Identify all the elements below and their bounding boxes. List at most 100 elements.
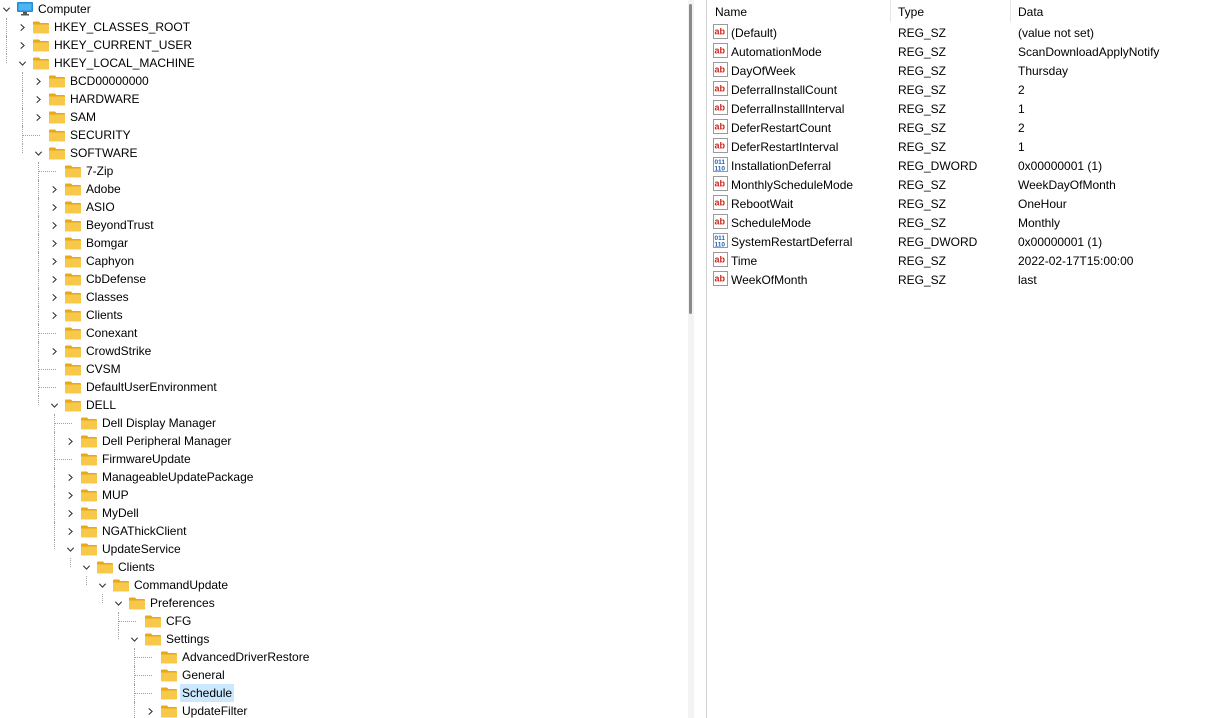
chevron-down-icon[interactable] bbox=[48, 399, 60, 411]
chevron-right-icon[interactable] bbox=[48, 201, 60, 213]
tree-node[interactable]: CrowdStrike bbox=[0, 342, 680, 360]
chevron-right-icon[interactable] bbox=[64, 489, 76, 501]
tree-node-label[interactable]: Clients bbox=[116, 558, 157, 576]
tree-node[interactable]: Preferences bbox=[0, 594, 680, 612]
value-row[interactable]: ab MonthlyScheduleMode REG_SZ WeekDayOfMont… bbox=[707, 176, 1223, 195]
tree-node[interactable]: Bomgar bbox=[0, 234, 680, 252]
column-header-name[interactable]: Name bbox=[715, 0, 747, 22]
registry-values-list[interactable]: Name Type Data ab (Default) REG_SZ (value n… bbox=[707, 0, 1223, 718]
tree-node[interactable]: BCD00000000 bbox=[0, 72, 680, 90]
value-row[interactable]: 011 110 SystemRestartDeferral REG_DWORD 0x00… bbox=[707, 233, 1223, 252]
chevron-right-icon[interactable] bbox=[32, 75, 44, 87]
chevron-down-icon[interactable] bbox=[96, 579, 108, 591]
tree-node-label[interactable]: Settings bbox=[164, 630, 211, 648]
tree-node-label[interactable]: CVSM bbox=[84, 360, 123, 378]
value-row[interactable]: ab DeferRestartInterval REG_SZ 1 bbox=[707, 138, 1223, 157]
column-divider[interactable] bbox=[1010, 0, 1011, 22]
chevron-right-icon[interactable] bbox=[64, 435, 76, 447]
tree-node-label[interactable]: Computer bbox=[36, 0, 93, 18]
chevron-right-icon[interactable] bbox=[32, 111, 44, 123]
tree-node[interactable]: AdvancedDriverRestore bbox=[0, 648, 680, 666]
tree-node-label[interactable]: CommandUpdate bbox=[132, 576, 230, 594]
value-row[interactable]: ab RebootWait REG_SZ OneHour bbox=[707, 195, 1223, 214]
tree-node[interactable]: HARDWARE bbox=[0, 90, 680, 108]
tree-node[interactable]: DELL bbox=[0, 396, 680, 414]
tree-node-label-selected[interactable]: Schedule bbox=[180, 684, 235, 702]
tree-node-label[interactable]: MUP bbox=[100, 486, 131, 504]
column-divider[interactable] bbox=[890, 0, 891, 22]
tree-node[interactable]: HKEY_LOCAL_MACHINE bbox=[0, 54, 680, 72]
value-row[interactable]: ab DeferralInstallCount REG_SZ 2 bbox=[707, 81, 1223, 100]
tree-node-label[interactable]: HKEY_CURRENT_USER bbox=[52, 36, 194, 54]
tree-node[interactable]: Adobe bbox=[0, 180, 680, 198]
tree-node[interactable]: FirmwareUpdate bbox=[0, 450, 680, 468]
tree-node-label[interactable]: Classes bbox=[84, 288, 131, 306]
value-row[interactable]: ab ScheduleMode REG_SZ Monthly bbox=[707, 214, 1223, 233]
chevron-right-icon[interactable] bbox=[48, 219, 60, 231]
tree-node[interactable]: MUP bbox=[0, 486, 680, 504]
tree-node-label[interactable]: DELL bbox=[84, 396, 118, 414]
tree-node[interactable]: UpdateService bbox=[0, 540, 680, 558]
chevron-down-icon[interactable] bbox=[112, 597, 124, 609]
tree-node-label[interactable]: SECURITY bbox=[68, 126, 133, 144]
tree-node[interactable]: HKEY_CURRENT_USER bbox=[0, 36, 680, 54]
value-row[interactable]: ab AutomationMode REG_SZ ScanDownloadApplyN… bbox=[707, 43, 1223, 62]
tree-node-label[interactable]: HKEY_LOCAL_MACHINE bbox=[52, 54, 197, 72]
tree-node-label[interactable]: DefaultUserEnvironment bbox=[84, 378, 219, 396]
tree-scrollbar-thumb[interactable] bbox=[689, 4, 692, 314]
column-header-type[interactable]: Type bbox=[898, 0, 924, 22]
tree-node[interactable]: Clients bbox=[0, 558, 680, 576]
chevron-down-icon[interactable] bbox=[32, 147, 44, 159]
tree-node-label[interactable]: HKEY_CLASSES_ROOT bbox=[52, 18, 192, 36]
chevron-right-icon[interactable] bbox=[16, 39, 28, 51]
tree-node[interactable]: SAM bbox=[0, 108, 680, 126]
chevron-right-icon[interactable] bbox=[48, 237, 60, 249]
tree-node-label[interactable]: ManageableUpdatePackage bbox=[100, 468, 255, 486]
registry-key-tree[interactable]: Computer HKEY_CLASSES_ROOT HKEY_CURRENT_US… bbox=[0, 0, 686, 718]
chevron-right-icon[interactable] bbox=[48, 309, 60, 321]
chevron-down-icon[interactable] bbox=[0, 3, 12, 15]
chevron-down-icon[interactable] bbox=[80, 561, 92, 573]
chevron-right-icon[interactable] bbox=[48, 273, 60, 285]
tree-node[interactable]: CFG bbox=[0, 612, 680, 630]
tree-node-label[interactable]: UpdateFilter bbox=[180, 702, 249, 718]
tree-node-label[interactable]: HARDWARE bbox=[68, 90, 142, 108]
tree-node[interactable]: BeyondTrust bbox=[0, 216, 680, 234]
tree-node[interactable]: Computer bbox=[0, 0, 680, 18]
value-row[interactable]: ab DeferRestartCount REG_SZ 2 bbox=[707, 119, 1223, 138]
tree-node[interactable]: Caphyon bbox=[0, 252, 680, 270]
tree-node[interactable]: CbDefense bbox=[0, 270, 680, 288]
chevron-down-icon[interactable] bbox=[64, 543, 76, 555]
tree-node-label[interactable]: NGAThickClient bbox=[100, 522, 188, 540]
chevron-right-icon[interactable] bbox=[64, 507, 76, 519]
tree-node[interactable]: SOFTWARE bbox=[0, 144, 680, 162]
tree-node[interactable]: HKEY_CLASSES_ROOT bbox=[0, 18, 680, 36]
tree-node[interactable]: DefaultUserEnvironment bbox=[0, 378, 680, 396]
tree-node-label[interactable]: SOFTWARE bbox=[68, 144, 140, 162]
tree-node[interactable]: Dell Peripheral Manager bbox=[0, 432, 680, 450]
value-row[interactable]: ab Time REG_SZ 2022-02-17T15:00:00 bbox=[707, 252, 1223, 271]
tree-node-label[interactable]: SAM bbox=[68, 108, 98, 126]
tree-node[interactable]: ASIO bbox=[0, 198, 680, 216]
tree-node-label[interactable]: CbDefense bbox=[84, 270, 148, 288]
chevron-right-icon[interactable] bbox=[144, 705, 156, 717]
value-row[interactable]: ab WeekOfMonth REG_SZ last bbox=[707, 271, 1223, 290]
tree-node[interactable]: CommandUpdate bbox=[0, 576, 680, 594]
chevron-right-icon[interactable] bbox=[48, 291, 60, 303]
tree-node[interactable]: General bbox=[0, 666, 680, 684]
tree-scrollbar[interactable] bbox=[688, 0, 694, 718]
value-row[interactable]: 011 110 InstallationDeferral REG_DWORD 0x000… bbox=[707, 157, 1223, 176]
tree-node-label[interactable]: MyDell bbox=[100, 504, 141, 522]
tree-node[interactable]: UpdateFilter bbox=[0, 702, 680, 718]
tree-node-label[interactable]: AdvancedDriverRestore bbox=[180, 648, 311, 666]
tree-node-label[interactable]: Dell Display Manager bbox=[100, 414, 218, 432]
tree-node[interactable]: SECURITY bbox=[0, 126, 680, 144]
tree-node-label[interactable]: Bomgar bbox=[84, 234, 130, 252]
tree-node-label[interactable]: FirmwareUpdate bbox=[100, 450, 193, 468]
chevron-right-icon[interactable] bbox=[32, 93, 44, 105]
chevron-down-icon[interactable] bbox=[16, 57, 28, 69]
tree-node-label[interactable]: BCD00000000 bbox=[68, 72, 151, 90]
chevron-right-icon[interactable] bbox=[16, 21, 28, 33]
tree-node[interactable]: 7-Zip bbox=[0, 162, 680, 180]
value-row[interactable]: ab DeferralInstallInterval REG_SZ 1 bbox=[707, 100, 1223, 119]
